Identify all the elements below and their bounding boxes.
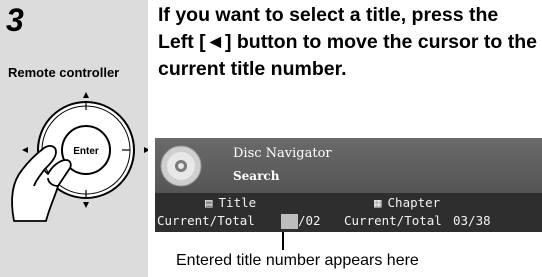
- up-arrow-icon: [83, 92, 89, 98]
- chapter-column-header: ▦ Chapter: [374, 195, 440, 210]
- left-arrow-icon: [22, 147, 28, 153]
- title-header-label: Title: [218, 195, 257, 210]
- caption-text: Entered title number appears here: [176, 252, 419, 269]
- chapter-icon: ▦: [374, 195, 382, 210]
- remote-controller-illustration: Enter: [11, 92, 148, 222]
- down-arrow-icon: [83, 202, 89, 208]
- caption-pointer-line: [282, 232, 284, 250]
- step-instruction: If you want to select a title, press the…: [158, 4, 537, 80]
- screen-info-rows: ▤ Title ▦ Chapter Current/Total /02 Curren…: [155, 193, 542, 232]
- title-number-cursor: [281, 214, 298, 229]
- disc-navigator-screen: Disc Navigator Search ▤ Title ▦ Chapter Cu…: [155, 138, 542, 232]
- enter-label: Enter: [73, 146, 99, 157]
- step-sidebar: 3 Remote controller Enter: [0, 0, 148, 277]
- title-total-value: /02: [298, 213, 321, 228]
- step-number: 3: [6, 2, 24, 38]
- screen-header: Disc Navigator Search: [155, 138, 542, 193]
- remote-controller-label: Remote controller: [8, 65, 120, 80]
- title-column-header: ▤ Title: [205, 195, 256, 210]
- disc-icon: [160, 145, 202, 187]
- title-current-total-label: Current/Total: [157, 213, 255, 228]
- chapter-header-label: Chapter: [387, 195, 441, 210]
- screen-title: Disc Navigator: [233, 146, 332, 161]
- title-icon: ▤: [205, 195, 213, 210]
- chapter-value: 03/38: [453, 213, 491, 228]
- screen-subtitle: Search: [233, 169, 280, 183]
- right-arrow-icon: [144, 147, 148, 153]
- chapter-current-total-label: Current/Total: [344, 213, 442, 228]
